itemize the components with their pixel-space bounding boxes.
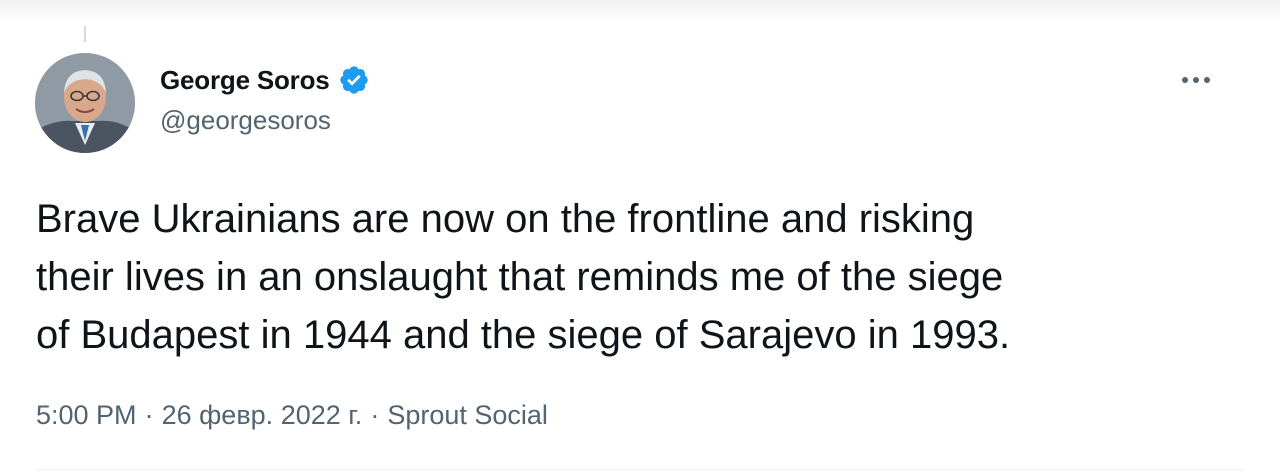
avatar-image (35, 53, 135, 153)
tweet-text: Brave Ukrainians are now on the frontlin… (36, 197, 1011, 357)
tweet-metadata: 5:00 PM · 26 февр. 2022 г. · Sprout Soci… (36, 396, 548, 434)
metadata-separator: · (370, 399, 380, 430)
more-options-button[interactable] (1176, 62, 1216, 98)
previous-tweet-fade (0, 0, 1280, 22)
author-handle[interactable]: @georgesoros (160, 105, 331, 136)
metadata-separator: · (144, 399, 154, 430)
more-options-icon-dot (1193, 77, 1199, 83)
more-options-icon-dot (1204, 77, 1210, 83)
divider (36, 469, 1244, 470)
thread-connector-line (84, 26, 86, 42)
verified-badge-icon (338, 64, 370, 96)
more-options-icon (1182, 77, 1188, 83)
author-display-name[interactable]: George Soros (160, 65, 330, 96)
tweet-source-link[interactable]: Sprout Social (387, 400, 548, 431)
tweet-date[interactable]: 26 февр. 2022 г. (162, 400, 363, 431)
author-name-row[interactable]: George Soros (160, 62, 370, 98)
tweet-time[interactable]: 5:00 PM (36, 400, 137, 431)
avatar[interactable] (35, 53, 135, 153)
